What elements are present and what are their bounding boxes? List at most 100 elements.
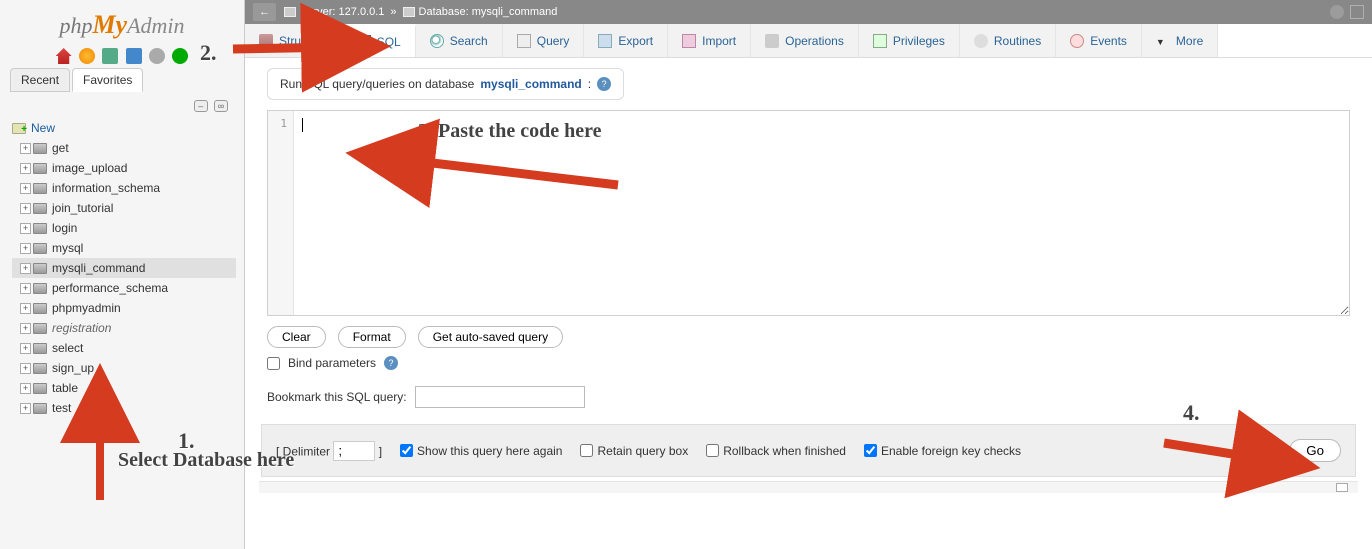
- sql-editor[interactable]: 1: [267, 110, 1350, 316]
- format-button[interactable]: Format: [338, 326, 406, 348]
- line-number-1: 1: [268, 117, 287, 130]
- tab-label: Events: [1090, 34, 1127, 48]
- tab-structure[interactable]: Structure: [245, 24, 343, 57]
- expand-icon[interactable]: +: [20, 183, 31, 194]
- bottom-strip: [259, 481, 1358, 493]
- go-button[interactable]: Go: [1289, 439, 1341, 462]
- database-tree: New +get+image_upload+information_schema…: [0, 118, 244, 426]
- tree-item-test[interactable]: + test: [12, 398, 236, 418]
- fk-option[interactable]: Enable foreign key checks: [864, 444, 1021, 458]
- database-icon: [33, 323, 47, 334]
- retain-checkbox[interactable]: [580, 444, 593, 457]
- tab-operations[interactable]: Operations: [751, 24, 859, 57]
- expand-icon[interactable]: +: [20, 283, 31, 294]
- expand-icon[interactable]: +: [20, 143, 31, 154]
- home-icon[interactable]: [56, 48, 72, 64]
- operations-icon: [765, 34, 779, 48]
- tree-item-label: test: [52, 401, 71, 415]
- bind-params-checkbox[interactable]: [267, 357, 280, 370]
- expand-icon[interactable]: +: [20, 363, 31, 374]
- clear-button[interactable]: Clear: [267, 326, 326, 348]
- fk-checkbox[interactable]: [864, 444, 877, 457]
- expand-icon[interactable]: +: [20, 263, 31, 274]
- tree-item-sign_up[interactable]: +sign_up: [12, 358, 236, 378]
- rollback-checkbox[interactable]: [706, 444, 719, 457]
- delimiter-group: [ Delimiter ]: [276, 441, 382, 461]
- tab-events[interactable]: Events: [1056, 24, 1142, 57]
- tab-query[interactable]: Query: [503, 24, 585, 57]
- tree-new[interactable]: New: [12, 118, 236, 138]
- breadcrumb-bar: ← Server: 127.0.0.1 » Database: mysqli_c…: [245, 0, 1372, 24]
- help-icon[interactable]: ?: [384, 356, 398, 370]
- logout-icon[interactable]: [79, 48, 95, 64]
- tab-search[interactable]: Search: [416, 24, 503, 57]
- tree-item-table[interactable]: +table: [12, 378, 236, 398]
- settings-icon[interactable]: [149, 48, 165, 64]
- expand-icon[interactable]: +: [20, 343, 31, 354]
- retain-option[interactable]: Retain query box: [580, 444, 688, 458]
- tree-item-performance_schema[interactable]: +performance_schema: [12, 278, 236, 298]
- expand-icon[interactable]: +: [20, 383, 31, 394]
- privileges-icon: [873, 34, 887, 48]
- tree-item-image_upload[interactable]: + image_upload: [12, 158, 236, 178]
- tab-label: Search: [450, 34, 488, 48]
- help-icon[interactable]: ?: [597, 77, 611, 91]
- database-value[interactable]: mysqli_command: [472, 6, 558, 18]
- nav-back-button[interactable]: ←: [253, 3, 276, 21]
- expand-icon[interactable]: +: [20, 303, 31, 314]
- tab-sql[interactable]: SQL: [343, 24, 416, 57]
- collapse-all-icon[interactable]: –: [194, 100, 208, 112]
- tree-item-get[interactable]: +get: [12, 138, 236, 158]
- show-again-checkbox[interactable]: [400, 444, 413, 457]
- expand-icon[interactable]: [1350, 5, 1364, 19]
- expand-icon[interactable]: +: [20, 203, 31, 214]
- delimiter-input[interactable]: [333, 441, 375, 461]
- show-again-option[interactable]: Show this query here again: [400, 444, 562, 458]
- tree-item-mysql[interactable]: +mysql: [12, 238, 236, 258]
- tab-import[interactable]: Import: [668, 24, 751, 57]
- tab-export[interactable]: Export: [584, 24, 668, 57]
- database-label: Database:: [419, 6, 469, 18]
- panel-prefix: Run SQL query/queries on database: [280, 77, 474, 91]
- page-settings-icon[interactable]: [1330, 5, 1344, 19]
- favorites-tab[interactable]: Favorites: [72, 68, 143, 92]
- server-label: Server:: [300, 6, 335, 18]
- expand-icon[interactable]: +: [20, 163, 31, 174]
- tree-item-join_tutorial[interactable]: +join_tutorial: [12, 198, 236, 218]
- sql-icon: [357, 35, 371, 49]
- delimiter-close: ]: [379, 444, 382, 458]
- server-value[interactable]: 127.0.0.1: [339, 6, 385, 18]
- tree-item-information_schema[interactable]: +information_schema: [12, 178, 236, 198]
- console-toggle-icon[interactable]: [1336, 483, 1348, 492]
- tab-routines[interactable]: Routines: [960, 24, 1056, 57]
- sidebar-quick-icons: [0, 44, 244, 68]
- tree-item-phpmyadmin[interactable]: +phpmyadmin: [12, 298, 236, 318]
- tab-more[interactable]: More: [1142, 24, 1218, 57]
- rollback-option[interactable]: Rollback when finished: [706, 444, 846, 458]
- panel-dbname: mysqli_command: [480, 77, 581, 91]
- editor-code-area[interactable]: [294, 111, 1349, 315]
- expand-icon[interactable]: +: [20, 403, 31, 414]
- recent-tab[interactable]: Recent: [10, 68, 70, 92]
- link-icon[interactable]: ∞: [214, 100, 228, 112]
- tree-item-label: select: [52, 341, 83, 355]
- structure-icon: [259, 34, 273, 48]
- database-icon: [33, 283, 47, 294]
- tree-item-select[interactable]: + select: [12, 338, 236, 358]
- expand-icon[interactable]: +: [20, 323, 31, 334]
- panel-suffix: :: [588, 77, 591, 91]
- tree-item-label: image_upload: [52, 161, 127, 175]
- expand-icon[interactable]: +: [20, 223, 31, 234]
- get-autosaved-button[interactable]: Get auto-saved query: [418, 326, 563, 348]
- tree-item-registration[interactable]: +registration: [12, 318, 236, 338]
- tree-item-mysqli_command[interactable]: +mysqli_command: [12, 258, 236, 278]
- tab-label: Privileges: [893, 34, 945, 48]
- reload-icon[interactable]: [172, 48, 188, 64]
- tree-item-login[interactable]: +login: [12, 218, 236, 238]
- tab-privileges[interactable]: Privileges: [859, 24, 960, 57]
- database-icon: [33, 383, 47, 394]
- bookmark-input[interactable]: [415, 386, 585, 408]
- expand-icon[interactable]: +: [20, 243, 31, 254]
- sql-query-icon[interactable]: [102, 48, 118, 64]
- docs-icon[interactable]: [126, 48, 142, 64]
